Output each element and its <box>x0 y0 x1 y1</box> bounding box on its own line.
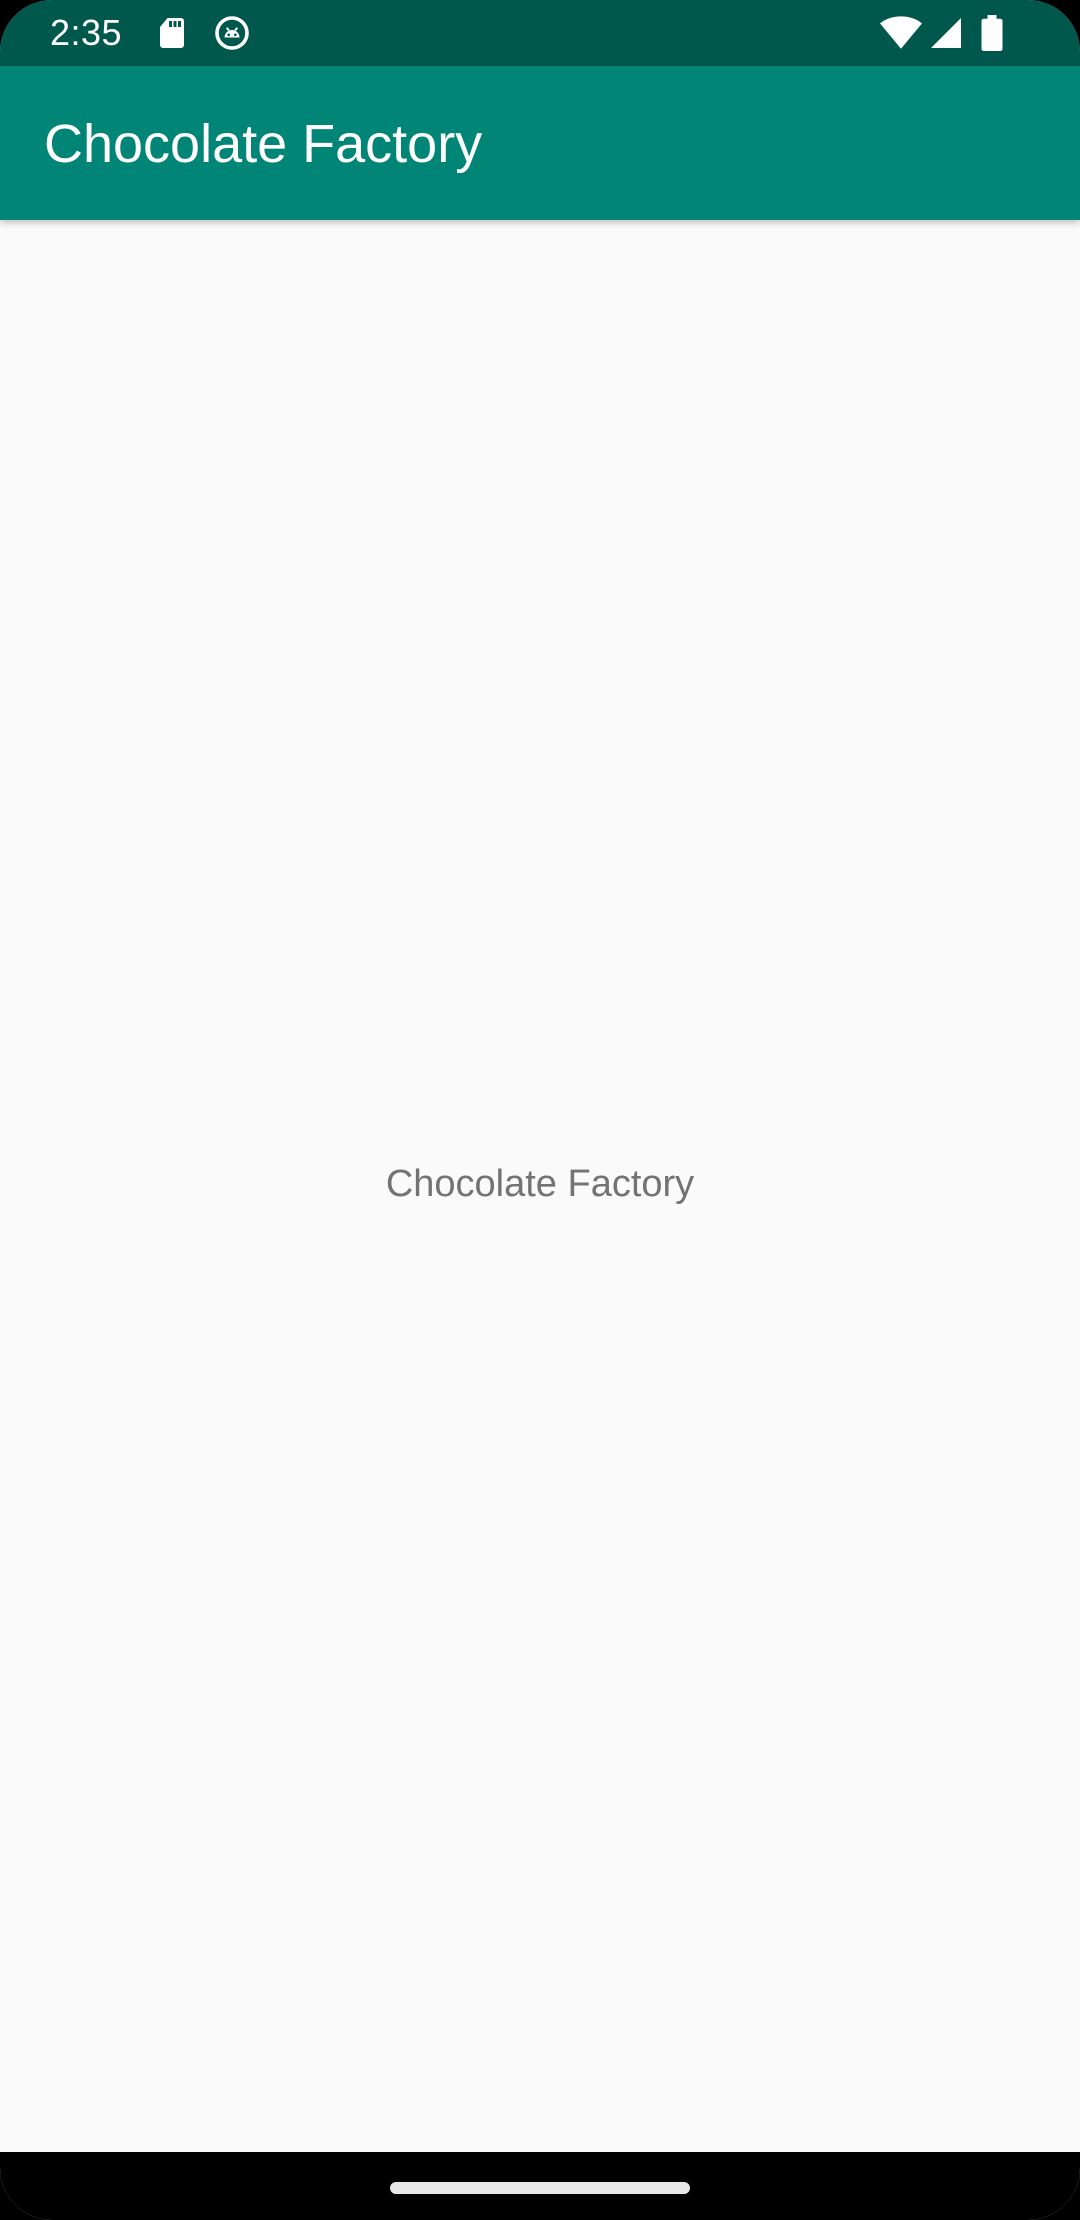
center-label: Chocolate Factory <box>385 1163 695 1205</box>
sd-card-icon <box>154 15 190 51</box>
status-bar: 2:35 <box>0 0 1080 66</box>
main-content: Chocolate Factory <box>0 220 1080 2152</box>
cell-signal-icon <box>928 15 964 51</box>
app-toolbar: Chocolate Factory <box>0 66 1080 220</box>
home-handle[interactable] <box>390 2182 690 2194</box>
app-title: Chocolate Factory <box>44 114 483 174</box>
battery-icon <box>980 15 1004 51</box>
android-debug-icon <box>214 15 250 51</box>
wifi-icon <box>880 15 922 51</box>
navigation-bar <box>0 2152 1080 2220</box>
status-time: 2:35 <box>50 12 123 53</box>
phone-screen: 2:35 Chocolate Factory Chocolate Factory <box>0 0 1080 2220</box>
